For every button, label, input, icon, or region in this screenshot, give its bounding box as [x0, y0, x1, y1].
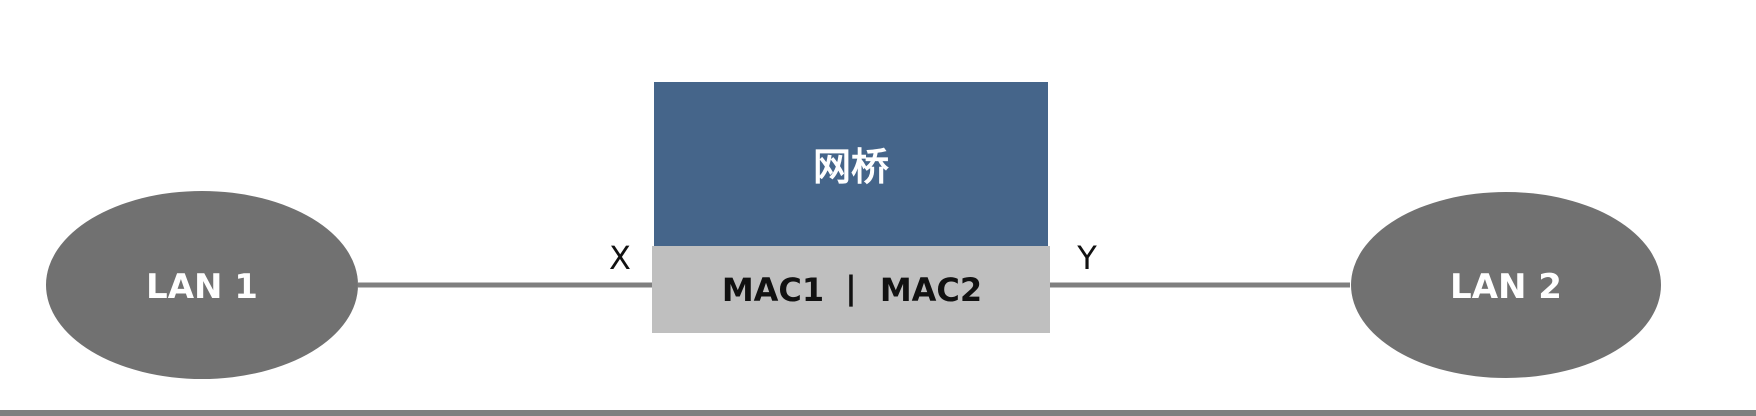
bridge-label: 网桥 — [813, 145, 889, 189]
mac2-label: MAC2 — [880, 271, 982, 309]
footer-rule — [0, 410, 1756, 416]
mac-separator: | — [845, 269, 857, 308]
mac1-label: MAC1 — [722, 271, 824, 309]
port-y-label: Y — [1076, 239, 1097, 277]
network-bridge-diagram: LAN 1 LAN 2 网桥 MAC1 | MAC2 X Y — [0, 0, 1756, 416]
diagram-canvas: LAN 1 LAN 2 网桥 MAC1 | MAC2 X Y — [0, 82, 1756, 416]
lan1-label: LAN 1 — [146, 267, 258, 307]
port-x-label: X — [609, 239, 631, 277]
lan2-label: LAN 2 — [1450, 267, 1562, 307]
